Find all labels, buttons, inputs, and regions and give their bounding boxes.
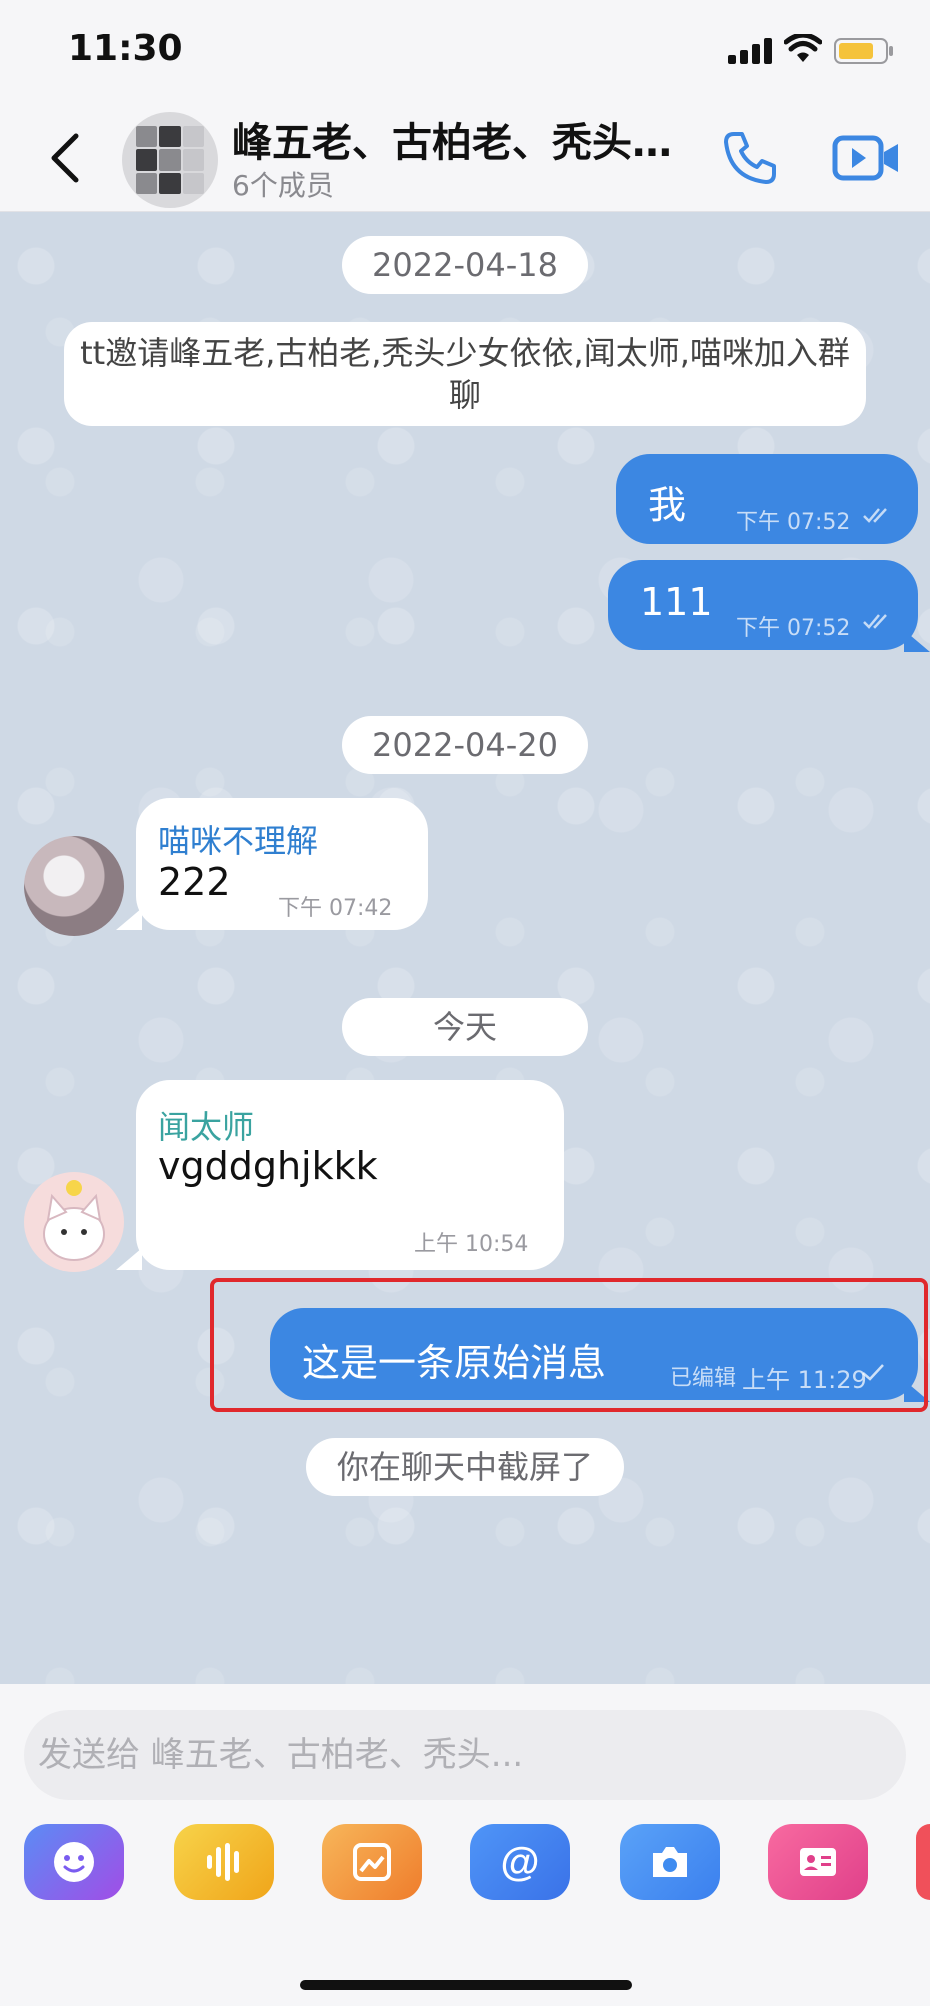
system-message-screenshot: 你在聊天中截屏了 (306, 1438, 624, 1496)
date-divider: 今天 (342, 998, 588, 1056)
member-count: 6个成员 (232, 169, 334, 202)
voice-button[interactable] (174, 1824, 274, 1900)
message-text: 111 (640, 580, 713, 624)
double-check-icon (863, 614, 887, 629)
message-time: 下午 07:42 (278, 896, 393, 921)
date-divider: 2022-04-20 (342, 716, 588, 774)
incoming-message[interactable]: 闻太师 vgddghjkkk 上午 10:54 (136, 1080, 564, 1270)
home-indicator (300, 1980, 632, 1990)
wifi-icon (784, 34, 822, 62)
chat-header: 峰五老、古柏老、秃头… 6个成员 (0, 100, 930, 212)
emoji-icon (54, 1842, 94, 1882)
message-time: 下午 07:52 (736, 510, 851, 535)
mention-button[interactable]: @ (470, 1824, 570, 1900)
double-check-icon (863, 508, 887, 523)
outgoing-message[interactable]: 我 下午 07:52 (616, 454, 918, 544)
composer: @ (0, 1684, 930, 2006)
group-avatar[interactable] (122, 112, 218, 208)
status-time: 11:30 (68, 28, 183, 69)
incoming-message[interactable]: 喵咪不理解 222 下午 07:42 (136, 798, 428, 930)
image-button[interactable] (322, 1824, 422, 1900)
video-call-button[interactable] (832, 130, 902, 186)
svg-text:@: @ (500, 1840, 539, 1884)
message-text: 我 (648, 483, 687, 527)
emoji-button[interactable] (24, 1824, 124, 1900)
message-input[interactable] (24, 1710, 906, 1800)
bubble-tail (904, 630, 930, 652)
contact-card-icon (800, 1848, 836, 1876)
highlight-annotation (210, 1278, 928, 1412)
sender-avatar[interactable] (24, 836, 124, 936)
message-time: 上午 10:54 (414, 1232, 529, 1257)
cellular-signal-icon (728, 38, 772, 64)
mention-icon: @ (500, 1840, 539, 1884)
outgoing-message[interactable]: 111 下午 07:52 (608, 560, 918, 650)
contact-card-button[interactable] (768, 1824, 868, 1900)
message-text: 222 (158, 860, 231, 904)
sender-name[interactable]: 喵咪不理解 (158, 816, 318, 862)
date-divider: 2022-04-18 (342, 236, 588, 294)
message-text: vgddghjkkk (158, 1144, 378, 1188)
sender-avatar[interactable] (24, 1172, 124, 1272)
voice-call-button[interactable] (720, 128, 780, 188)
camera-button[interactable] (620, 1824, 720, 1900)
more-tools-button[interactable] (916, 1824, 930, 1900)
chat-message-list[interactable]: 2022-04-18 tt邀请峰五老,古柏老,秃头少女依依,闻太师,喵咪加入群聊… (0, 212, 930, 1684)
sender-name[interactable]: 闻太师 (158, 1102, 254, 1148)
chat-title[interactable]: 峰五老、古柏老、秃头… (232, 110, 702, 168)
battery-icon (834, 38, 893, 64)
bubble-tail (116, 908, 142, 930)
cat-avatar-icon (43, 1180, 105, 1261)
image-icon (353, 1843, 391, 1881)
voice-icon (207, 1843, 239, 1881)
bubble-tail (116, 1248, 142, 1270)
system-message-invite: tt邀请峰五老,古柏老,秃头少女依依,闻太师,喵咪加入群聊 (64, 322, 866, 426)
status-bar: 11:30 (0, 0, 930, 100)
camera-icon (653, 1847, 687, 1877)
back-button[interactable] (44, 130, 88, 186)
message-time: 下午 07:52 (736, 616, 851, 641)
